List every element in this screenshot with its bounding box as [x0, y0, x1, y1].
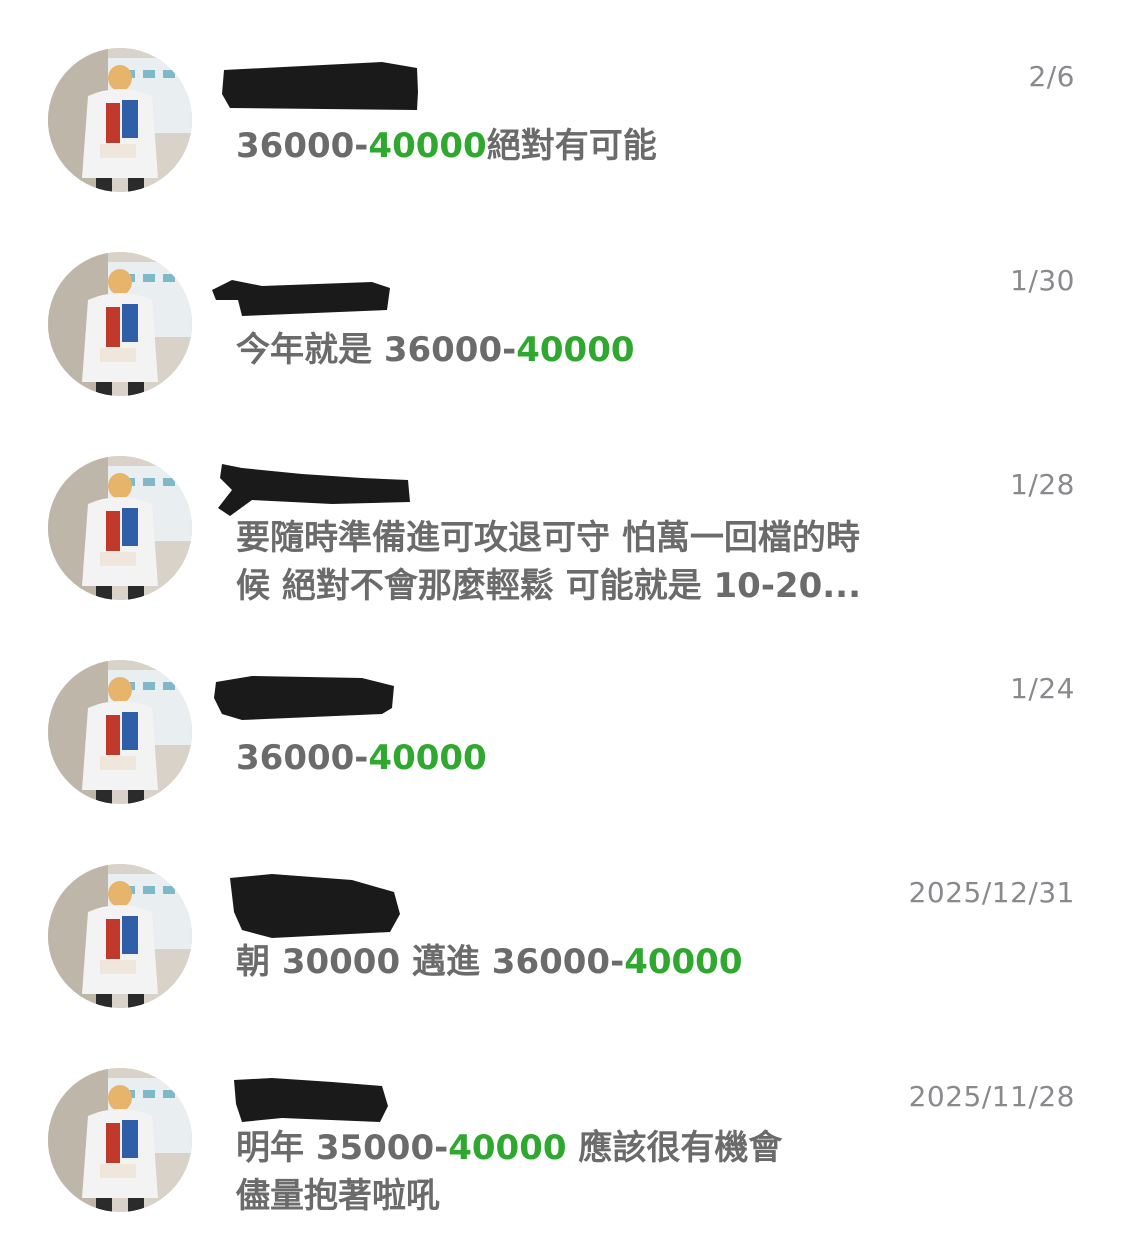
comment-item[interactable]: 2025/12/31 朝 30000 邁進 36000-40000 — [0, 864, 1125, 1024]
comment-text: 36000-40000絕對有可能 — [236, 126, 657, 166]
avatar[interactable] — [48, 252, 192, 396]
avatar-photo-image — [48, 456, 192, 600]
avatar[interactable] — [48, 864, 192, 1008]
avatar[interactable] — [48, 1068, 192, 1212]
redacted-name — [214, 676, 394, 720]
comment-date: 2025/12/31 — [908, 876, 1075, 909]
comment-text: 今年就是 36000-40000 — [236, 330, 635, 370]
redacted-name — [222, 62, 418, 110]
comment-text: 明年 35000-40000 應該很有機會 儘量抱著啦吼 — [236, 1128, 783, 1216]
comment-text: 36000-40000 — [236, 738, 487, 778]
avatar-photo-image — [48, 252, 192, 396]
redacted-name — [212, 280, 390, 316]
comment-item[interactable]: 2025/11/28 明年 35000-40000 應該很有機會 儘量抱著啦吼 — [0, 1068, 1125, 1228]
avatar-photo-image — [48, 864, 192, 1008]
avatar[interactable] — [48, 660, 192, 804]
comment-text: 要隨時準備進可攻退可守 怕萬一回檔的時 候 絕對不會那麼輕鬆 可能就是 10-2… — [236, 518, 861, 606]
comment-item[interactable]: 1/24 36000-40000 — [0, 660, 1125, 820]
avatar-photo-image — [48, 1068, 192, 1212]
comment-date: 2025/11/28 — [908, 1080, 1075, 1113]
comment-item[interactable]: 2/6 36000-40000絕對有可能 — [0, 48, 1125, 208]
comment-date: 1/24 — [1010, 672, 1075, 705]
avatar[interactable] — [48, 456, 192, 600]
comment-item[interactable]: 1/28 要隨時準備進可攻退可守 怕萬一回檔的時 候 絕對不會那麼輕鬆 可能就是… — [0, 456, 1125, 616]
avatar[interactable] — [48, 48, 192, 192]
comment-text: 朝 30000 邁進 36000-40000 — [236, 942, 743, 982]
avatar-photo-image — [48, 660, 192, 804]
comment-item[interactable]: 1/30 今年就是 36000-40000 — [0, 252, 1125, 412]
comment-date: 1/30 — [1010, 264, 1075, 297]
comment-date: 2/6 — [1028, 60, 1075, 93]
comment-date: 1/28 — [1010, 468, 1075, 501]
avatar-photo-image — [48, 48, 192, 192]
